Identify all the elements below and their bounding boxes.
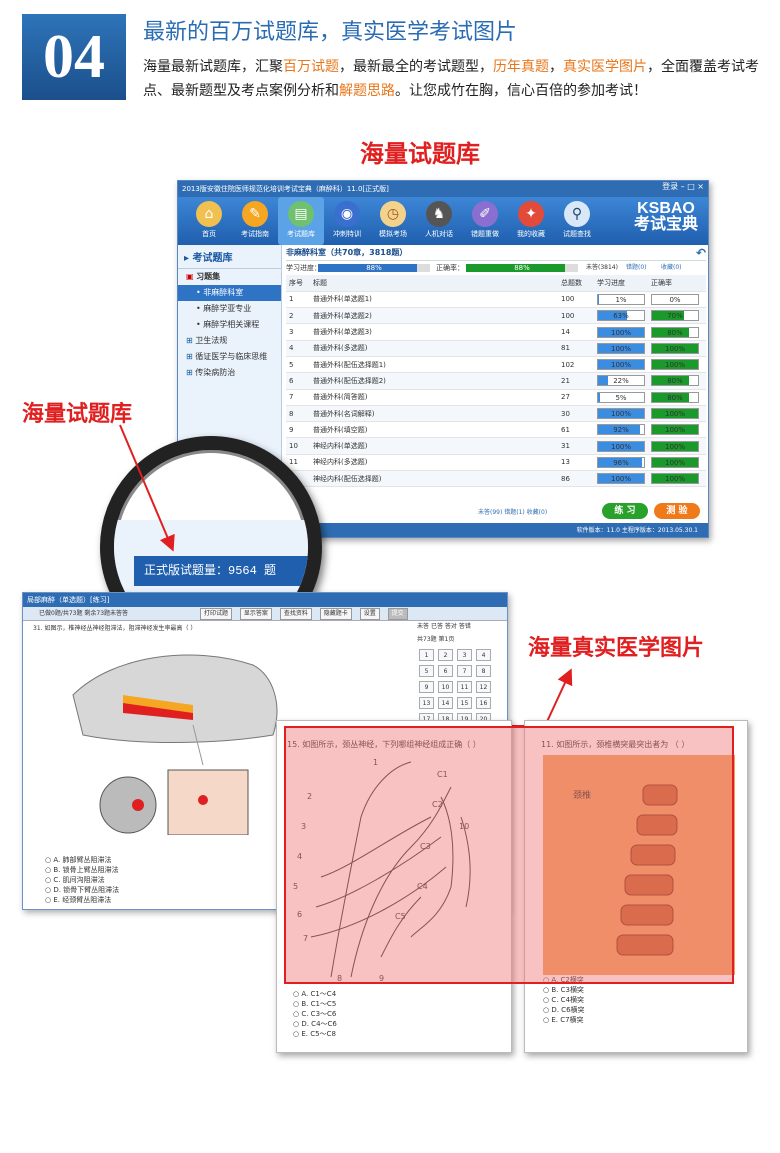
question-card-cell[interactable]: 4 xyxy=(476,649,491,661)
question-card-cell[interactable]: 5 xyxy=(419,665,434,677)
option-c[interactable]: ○ C. C4横突 xyxy=(543,995,585,1005)
option-label: B. C3横突 xyxy=(551,986,584,994)
option-a[interactable]: ○ A. C1～C4 xyxy=(293,989,337,999)
find-button[interactable]: 查找资料 xyxy=(279,608,312,620)
option-b[interactable]: ○ B. C3横突 xyxy=(543,985,585,995)
option-e[interactable]: ○ E. 经颈臂丛阻滞法 xyxy=(45,895,119,905)
option-d[interactable]: ○ D. C4～C6 xyxy=(293,1019,337,1029)
option-label: A. 肺部臂丛阻滞法 xyxy=(53,856,112,864)
option-label: A. C1～C4 xyxy=(301,990,337,998)
option-c[interactable]: ○ C. C3～C6 xyxy=(293,1009,337,1019)
option-label: C. 肌间沟阻滞法 xyxy=(53,876,105,884)
card-grid: 1234567891011121314151617181920 xyxy=(417,647,507,727)
option-e[interactable]: ○ E. C5～C8 xyxy=(293,1029,337,1039)
option-b[interactable]: ○ B. C1～C5 xyxy=(293,999,337,1009)
option-label: D. C4～C6 xyxy=(301,1020,337,1028)
question-card-cell[interactable]: 7 xyxy=(457,665,472,677)
legend-answered: 已答 xyxy=(430,623,443,630)
hide-card-button[interactable]: 隐藏题卡 xyxy=(319,608,352,620)
option-label: E. C5～C8 xyxy=(301,1030,336,1038)
arrow-to-images xyxy=(510,668,573,727)
question-card-cell[interactable]: 2 xyxy=(438,649,453,661)
answer-status: 已做0题/共73题 剩余73题未答答 xyxy=(39,610,129,617)
option-d[interactable]: ○ D. C6横突 xyxy=(543,1005,585,1015)
option-label: D. 锁骨下臂丛阻滞法 xyxy=(53,886,120,894)
question-card-cell[interactable]: 12 xyxy=(476,681,491,693)
option-label: B. 锁骨上臂丛阻滞法 xyxy=(53,866,119,874)
option-c[interactable]: ○ C. 肌间沟阻滞法 xyxy=(45,875,119,885)
question-card-cell[interactable]: 6 xyxy=(438,665,453,677)
practice-toolbar: 已做0题/共73题 剩余73题未答答 打印试题 显示答案 查找资料 隐藏题卡 设… xyxy=(23,607,507,621)
window-title: 局部麻醉（单选题）[练习] xyxy=(23,593,507,607)
question-card-cell[interactable]: 13 xyxy=(419,697,434,709)
option-label: C. C4横突 xyxy=(551,996,585,1004)
shoulder-illustration xyxy=(72,654,278,835)
option-a[interactable]: ○ A. 肺部臂丛阻滞法 xyxy=(45,855,119,865)
option-label: E. 经颈臂丛阻滞法 xyxy=(53,896,112,904)
question-card-cell[interactable]: 10 xyxy=(438,681,453,693)
submit-button[interactable]: 提交 xyxy=(387,608,408,620)
medical-images-heading: 海量真实医学图片 xyxy=(528,635,705,660)
option-b[interactable]: ○ B. 锁骨上臂丛阻滞法 xyxy=(45,865,119,875)
image-highlight-box xyxy=(284,726,734,984)
question-text: 31. 如图示，椎神经丛神经阻滞法，阻滞神经发生率最高（ ） xyxy=(33,625,197,632)
option-d[interactable]: ○ D. 锁骨下臂丛阻滞法 xyxy=(45,885,119,895)
legend-wrong: 答错 xyxy=(458,623,471,630)
question-card-cell[interactable]: 16 xyxy=(476,697,491,709)
question-card: 未答 已答 答对 答错 共73题 第1页 1 2 3 45 6 7 89 10 11 1213 14… xyxy=(417,621,507,727)
question-card-cell[interactable]: 9 xyxy=(419,681,434,693)
option-label: C. C3～C6 xyxy=(301,1010,337,1018)
show-answer-button[interactable]: 显示答案 xyxy=(239,608,272,620)
question-card-cell[interactable]: 8 xyxy=(476,665,491,677)
arrow-to-count xyxy=(119,424,175,552)
option-label: D. C6横突 xyxy=(551,1006,585,1014)
answer-options: ○ A. C1～C4 ○ B. C1～C5 ○ C. C3～C6 ○ D. C4… xyxy=(293,989,337,1039)
legend-correct: 答对 xyxy=(444,623,457,630)
question-card-cell[interactable]: 15 xyxy=(457,697,472,709)
option-label: E. C7横突 xyxy=(551,1016,584,1024)
settings-button[interactable]: 设置 xyxy=(359,608,380,620)
question-card-cell[interactable]: 14 xyxy=(438,697,453,709)
question-card-cell[interactable]: 3 xyxy=(457,649,472,661)
print-button[interactable]: 打印试题 xyxy=(199,608,232,620)
option-e[interactable]: ○ E. C7横突 xyxy=(543,1015,585,1025)
question-card-cell[interactable]: 11 xyxy=(457,681,472,693)
card-page: 共73题 第1页 xyxy=(417,636,455,643)
question-card-cell[interactable]: 1 xyxy=(419,649,434,661)
card-legend: 未答 已答 答对 答错 xyxy=(417,621,507,630)
answer-options: ○ A. 肺部臂丛阻滞法 ○ B. 锁骨上臂丛阻滞法 ○ C. 肌间沟阻滞法 ○… xyxy=(45,855,119,905)
legend-unanswered: 未答 xyxy=(417,623,430,630)
option-label: B. C1～C5 xyxy=(301,1000,337,1008)
